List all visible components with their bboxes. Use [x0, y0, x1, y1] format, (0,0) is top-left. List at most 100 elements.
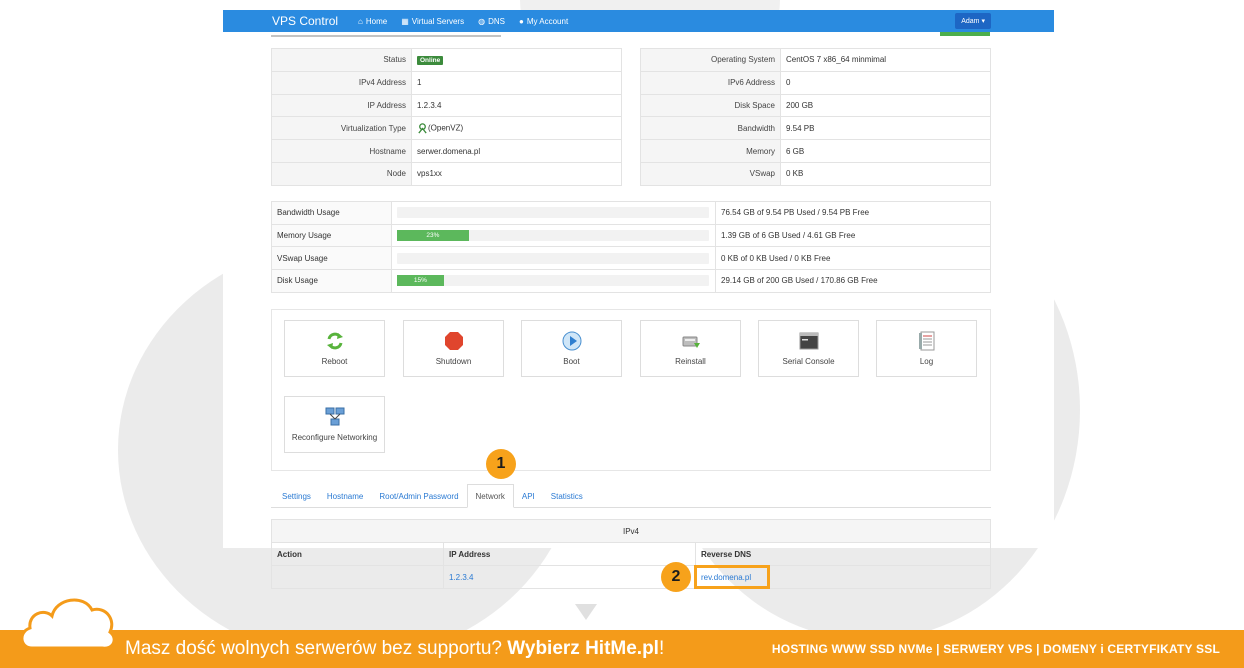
column-header: Reverse DNS: [695, 542, 991, 566]
nav-home[interactable]: ⌂ Home: [358, 17, 387, 26]
action-label: Serial Console: [782, 357, 835, 366]
usage-label: VSwap Usage: [271, 246, 392, 271]
log-button[interactable]: Log: [876, 320, 977, 377]
info-label: IPv6 Address: [640, 70, 781, 95]
tab-root-password[interactable]: Root/Admin Password: [371, 485, 466, 507]
top-navbar: VPS Control ⌂ Home ▦ Virtual Servers ◍ D…: [223, 10, 1054, 32]
usage-label: Bandwidth Usage: [271, 201, 392, 225]
table-row: Operating System CentOS 7 x86_64 minmimal: [640, 48, 991, 72]
promo-footer: Masz dość wolnych serwerów bez supportu?…: [0, 630, 1244, 668]
info-value: serwer.domena.pl: [411, 139, 622, 163]
progress-fill: 23%: [397, 230, 469, 242]
network-table: IPv4 Action IP Address Reverse DNS 1.2.3…: [271, 519, 991, 589]
info-value: vps1xx: [411, 161, 622, 186]
action-cell: [271, 565, 444, 589]
openvz-icon: [418, 123, 427, 134]
tab-network[interactable]: Network: [466, 484, 514, 508]
table-row: Hostname serwer.domena.pl: [271, 139, 622, 163]
info-value: 0: [780, 70, 991, 95]
footer-services: HOSTING WWW SSD NVMe | SERWERY VPS | DOM…: [771, 642, 1220, 656]
nav-dns-label: DNS: [488, 16, 505, 26]
progress-fill: 15%: [397, 275, 444, 287]
usage-text: 76.54 GB of 9.54 PB Used / 9.54 PB Free: [715, 201, 991, 225]
section-header: IPv4: [271, 519, 991, 543]
serial-console-button[interactable]: Serial Console: [758, 320, 859, 377]
settings-tabs: Settings Hostname Root/Admin Password Ne…: [271, 484, 991, 508]
server-info-table: Status Online IPv4 Address 1 IP Address 1.2…: [271, 48, 622, 186]
progress-bar: [397, 207, 709, 219]
boot-button[interactable]: Boot: [521, 320, 622, 377]
info-label: Memory: [640, 139, 781, 163]
table-row: IPv4: [271, 519, 991, 543]
log-icon: [917, 331, 937, 351]
info-label: IPv4 Address: [271, 70, 412, 95]
nav-virtual-servers[interactable]: ▦ Virtual Servers: [401, 17, 464, 26]
user-menu-button[interactable]: Adam ▾: [955, 13, 991, 29]
usage-text: 1.39 GB of 6 GB Used / 4.61 GB Free: [715, 223, 991, 248]
info-label: Virtualization Type: [271, 116, 412, 141]
nav-dns[interactable]: ◍ DNS: [478, 17, 505, 26]
info-value: 9.54 PB: [780, 116, 991, 141]
table-row: Memory 6 GB: [640, 139, 991, 163]
table-row: Status Online: [271, 48, 622, 72]
reinstall-icon: [681, 331, 701, 351]
tab-statistics[interactable]: Statistics: [543, 485, 591, 507]
usage-text: 0 KB of 0 KB Used / 0 KB Free: [715, 246, 991, 271]
info-label: Operating System: [640, 48, 781, 72]
table-row: Memory Usage 23% 1.39 GB of 6 GB Used / …: [271, 223, 991, 248]
table-row: VSwap 0 KB: [640, 161, 991, 186]
table-row: Action IP Address Reverse DNS: [271, 542, 991, 566]
tab-api[interactable]: API: [514, 485, 543, 507]
info-value: (OpenVZ): [428, 123, 464, 133]
grid-icon: ▦: [401, 16, 409, 26]
down-arrow-icon: [575, 604, 597, 620]
table-row: Disk Space 200 GB: [640, 93, 991, 118]
info-value: 0 KB: [780, 161, 991, 186]
nav-my-account[interactable]: ● My Account: [519, 17, 568, 26]
status-badge: Online: [417, 56, 444, 66]
table-row: Node vps1xx: [271, 161, 622, 186]
action-label: Reinstall: [675, 357, 706, 366]
info-label: VSwap: [640, 161, 781, 186]
table-row: Bandwidth Usage 76.54 GB of 9.54 PB Used…: [271, 201, 991, 225]
column-header: IP Address: [443, 542, 696, 566]
footer-brand: Wybierz HitMe.pl: [507, 638, 659, 659]
info-label: IP Address: [271, 93, 412, 118]
brand[interactable]: VPS Control: [272, 14, 338, 28]
info-value: 1.2.3.4: [411, 93, 622, 118]
footer-message: Masz dość wolnych serwerów bez supportu?…: [125, 638, 665, 659]
info-label: Node: [271, 161, 412, 186]
ip-address-link[interactable]: 1.2.3.4: [449, 573, 473, 582]
reconfigure-networking-button[interactable]: Reconfigure Networking: [284, 396, 385, 453]
callout-badge: 1: [486, 449, 516, 479]
action-label: Log: [919, 357, 934, 366]
boot-icon: [562, 331, 582, 351]
caret-down-icon: ▾: [981, 18, 985, 25]
action-label: Shutdown: [435, 357, 472, 366]
info-label: Status: [271, 48, 412, 72]
highlight-box: [694, 565, 770, 589]
shutdown-button[interactable]: Shutdown: [403, 320, 504, 377]
user-name: Adam: [961, 17, 980, 25]
nav-home-label: Home: [365, 16, 388, 26]
globe-icon: ◍: [478, 16, 486, 26]
nav-virtual-servers-label: Virtual Servers: [411, 16, 465, 26]
table-row: 1.2.3.4 rev.domena.pl: [271, 565, 991, 589]
home-icon: ⌂: [358, 16, 363, 26]
resource-usage-table: Bandwidth Usage 76.54 GB of 9.54 PB Used…: [271, 201, 991, 293]
server-specs-table: Operating System CentOS 7 x86_64 minmimal…: [640, 48, 991, 186]
info-value: CentOS 7 x86_64 minmimal: [780, 48, 991, 72]
tab-hostname[interactable]: Hostname: [319, 485, 371, 507]
nav-my-account-label: My Account: [526, 16, 569, 26]
table-row: IP Address 1.2.3.4: [271, 93, 622, 118]
usage-label: Memory Usage: [271, 223, 392, 248]
table-row: IPv4 Address 1: [271, 70, 622, 95]
table-row: Bandwidth 9.54 PB: [640, 116, 991, 141]
table-row: Disk Usage 15% 29.14 GB of 200 GB Used /…: [271, 269, 991, 293]
reinstall-button[interactable]: Reinstall: [640, 320, 741, 377]
reboot-button[interactable]: Reboot: [284, 320, 385, 377]
network-icon: [325, 407, 345, 427]
tab-settings[interactable]: Settings: [274, 485, 319, 507]
console-icon: [799, 331, 819, 351]
table-row: Virtualization Type (OpenVZ): [271, 116, 622, 141]
